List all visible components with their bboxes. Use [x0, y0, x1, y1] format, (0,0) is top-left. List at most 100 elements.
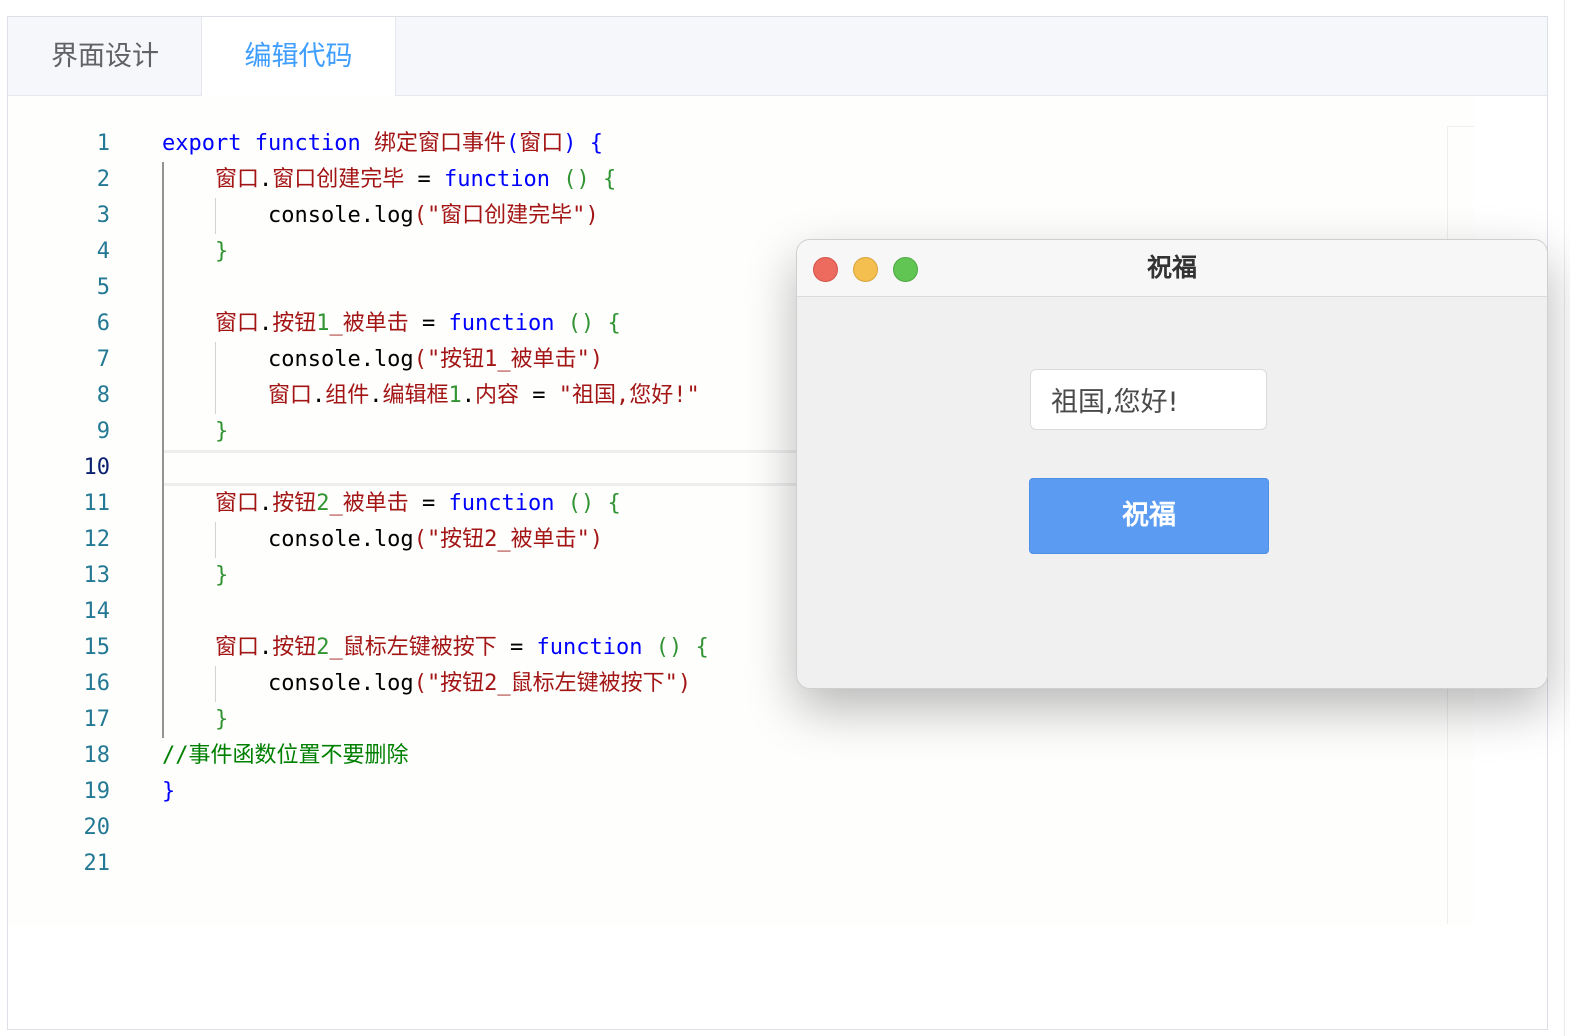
code-line[interactable]: 窗口.按钮1_被单击 = function () { [162, 306, 621, 342]
code-token: log [373, 203, 414, 228]
code-token: { [589, 131, 603, 156]
code-line[interactable]: console.log("按钮1_被单击") [162, 342, 603, 378]
code-line[interactable]: export function 绑定窗口事件(窗口) { [162, 126, 603, 162]
line-number: 17 [83, 707, 111, 732]
line-number: 12 [83, 527, 111, 552]
code-line[interactable]: //事件函数位置不要删除 [162, 738, 409, 774]
code-token: "按钮2_被单击" [426, 527, 590, 552]
code-token: } [214, 563, 229, 588]
line-number: 3 [96, 203, 110, 228]
code-line[interactable]: } [162, 558, 228, 594]
code-token: log [373, 347, 414, 372]
code-token: ( [413, 671, 427, 696]
code-token: _鼠标左键被按下 [329, 635, 497, 660]
code-token: ) [589, 527, 604, 552]
code-token: 内容 [475, 383, 520, 408]
line-number: 14 [83, 599, 111, 624]
code-token: . [259, 635, 273, 660]
code-token: . [360, 671, 374, 696]
code-token: function [448, 311, 555, 336]
code-token: { [602, 167, 617, 192]
greeting-input[interactable] [1030, 369, 1267, 430]
current-line-highlight [164, 450, 814, 486]
code-token: ( [413, 203, 427, 228]
code-token: console [267, 671, 361, 696]
code-line[interactable]: console.log("按钮2_被单击") [162, 522, 603, 558]
code-token: export [162, 131, 242, 156]
code-token: () [567, 311, 595, 336]
code-token: . [259, 491, 273, 516]
code-token: . [259, 311, 273, 336]
code-token: log [373, 671, 414, 696]
line-number: 11 [83, 491, 111, 516]
line-number: 9 [96, 419, 110, 444]
code-token: { [607, 491, 621, 516]
code-token: 窗口 [214, 491, 259, 516]
line-number: 21 [83, 851, 111, 876]
code-token: _被单击 [329, 311, 409, 336]
code-token: } [214, 419, 229, 444]
line-number: 15 [83, 635, 111, 660]
code-token: function [444, 167, 550, 192]
code-token: 1 [316, 311, 330, 336]
code-line[interactable]: console.log("窗口创建完毕") [162, 198, 599, 234]
code-line[interactable]: 窗口.按钮2_鼠标左键被按下 = function () { [162, 630, 709, 666]
code-token: = [404, 167, 445, 192]
code-line[interactable]: } [162, 774, 175, 810]
code-line[interactable]: console.log("按钮2_鼠标左键被按下") [162, 666, 691, 702]
code-line[interactable]: } [162, 702, 228, 738]
code-token: 窗口创建完毕 [272, 167, 405, 192]
code-token: () [655, 635, 683, 660]
line-number: 2 [96, 167, 110, 192]
code-token: 窗口 [267, 383, 312, 408]
code-token: _被单击 [329, 491, 409, 516]
code-token: "按钮1_被单击" [426, 347, 590, 372]
code-token: } [214, 239, 229, 264]
code-token: 编辑框 [382, 383, 449, 408]
code-token: = [519, 383, 559, 408]
line-number: 10 [83, 455, 111, 480]
code-token: ) [563, 131, 577, 156]
line-number: 13 [83, 563, 111, 588]
code-token: ( [413, 347, 427, 372]
code-token: "窗口创建完毕" [426, 203, 586, 228]
preview-window: 祝福 祝福 [796, 239, 1548, 689]
line-number: 19 [83, 779, 111, 804]
tab-interface-design[interactable]: 界面设计 [8, 17, 202, 96]
code-line[interactable]: 窗口.窗口创建完毕 = function () { [162, 162, 616, 198]
code-token: 按钮 [272, 635, 317, 660]
code-token: () [567, 491, 595, 516]
code-token: "祖国,您好!" [558, 383, 700, 408]
tab-edit-code[interactable]: 编辑代码 [201, 17, 396, 97]
code-token: } [214, 707, 229, 732]
code-line[interactable]: } [162, 414, 228, 450]
code-line[interactable]: } [162, 234, 228, 270]
code-line[interactable]: 窗口.组件.编辑框1.内容 = "祖国,您好!" [162, 378, 700, 414]
code-token: . [360, 203, 374, 228]
code-token: function [254, 131, 361, 156]
code-line[interactable]: 窗口.按钮2_被单击 = function () { [162, 486, 621, 522]
code-token: 2 [316, 635, 330, 660]
code-token: 窗口 [214, 311, 259, 336]
code-token: 按钮 [272, 491, 317, 516]
bless-button[interactable]: 祝福 [1029, 478, 1269, 554]
preview-window-titlebar: 祝福 [797, 240, 1547, 297]
code-token: . [259, 167, 273, 192]
preview-window-title: 祝福 [1146, 253, 1197, 282]
line-number: 1 [96, 131, 110, 156]
line-number: 6 [96, 311, 110, 336]
